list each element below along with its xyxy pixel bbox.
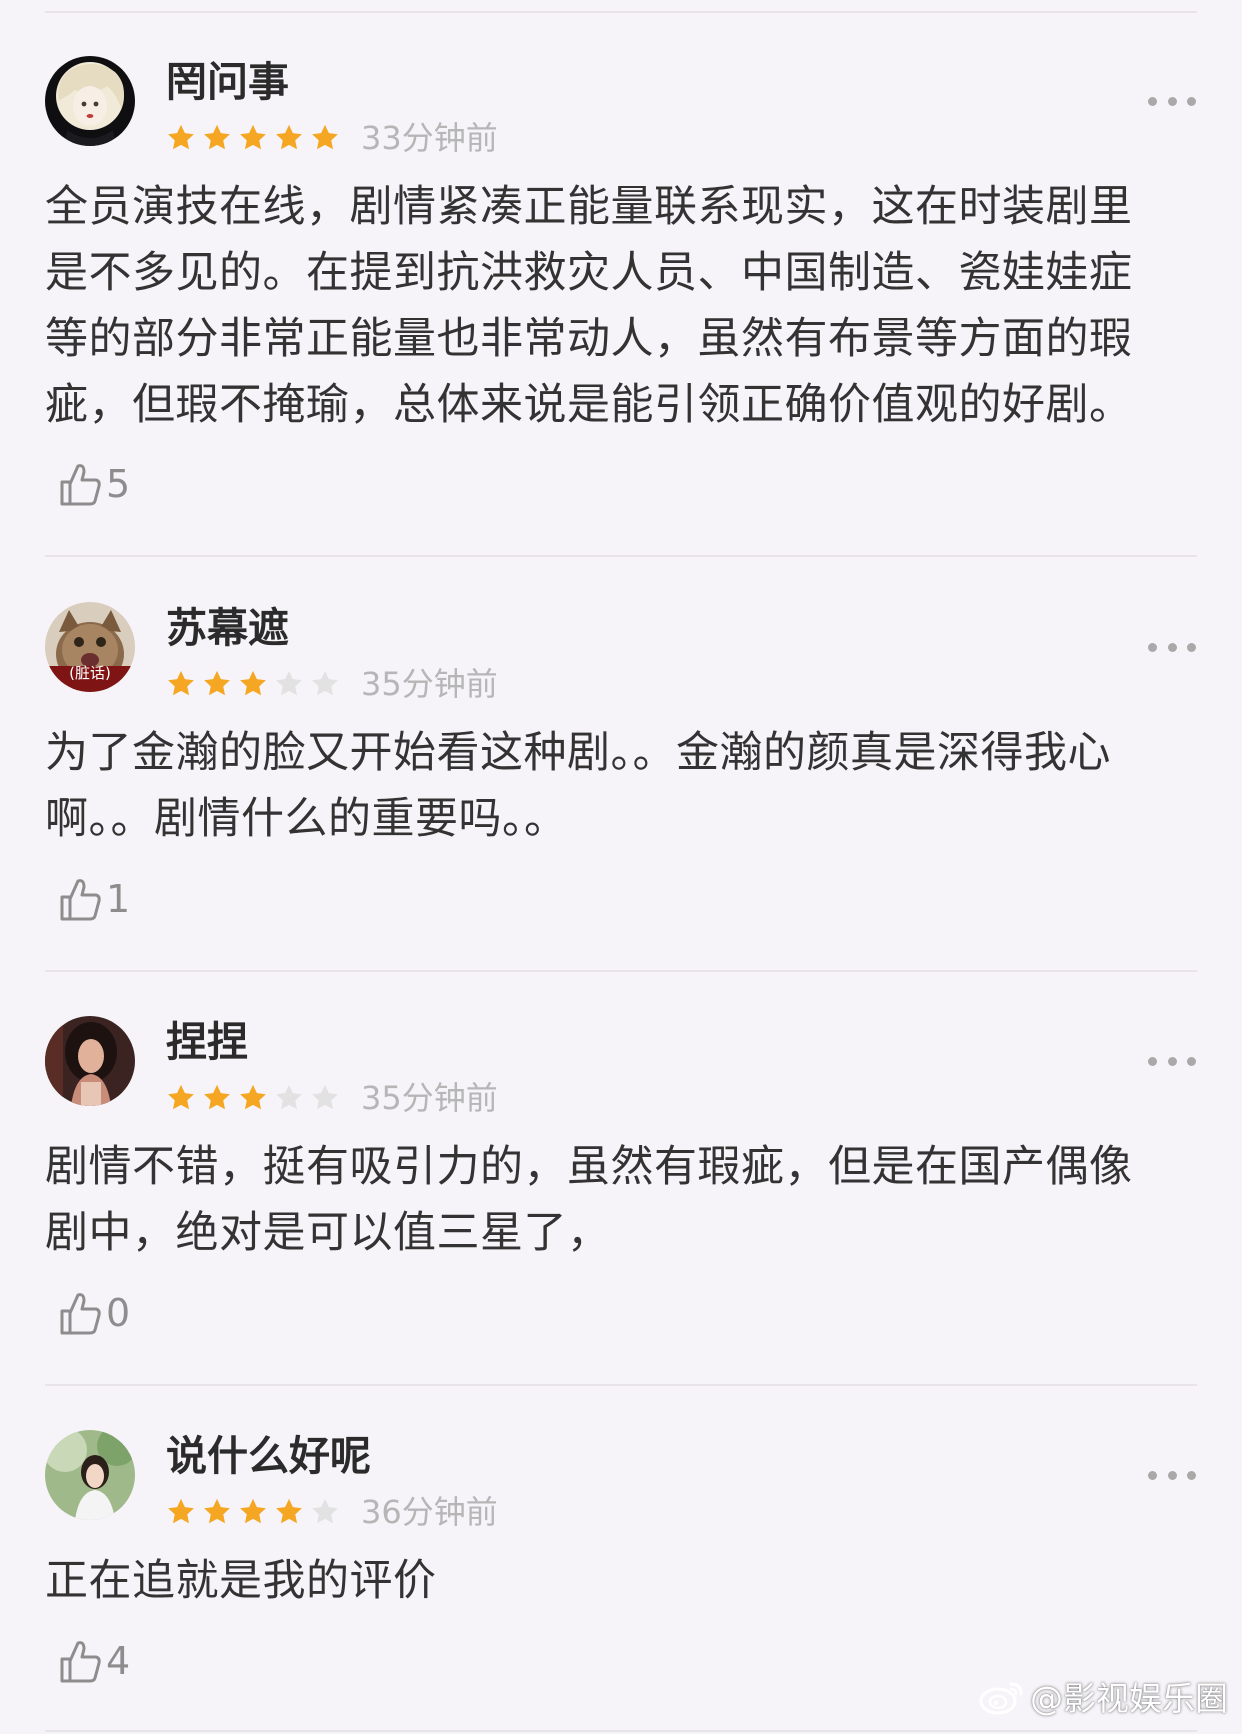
star-empty-icon [274, 1083, 304, 1113]
star-icon [166, 123, 196, 153]
star-icon [166, 1497, 196, 1527]
like-count: 5 [106, 462, 131, 506]
username[interactable]: 罔问事 [166, 62, 289, 103]
username[interactable]: 说什么好呢 [166, 1436, 371, 1477]
star-empty-icon [274, 669, 304, 699]
review-text: 剧情不错，挺有吸引力的，虽然有瑕疵，但是在国产偶像 剧中，绝对是可以值三星了， [45, 1142, 1133, 1258]
review-text: 正在追就是我的评价 [45, 1556, 437, 1606]
watermark: @影视娱乐圈 [978, 1672, 1228, 1720]
review-text: 为了金瀚的脸又开始看这种剧。。金瀚的颜真是深得我心 啊。。剧情什么的重要吗。。 [45, 728, 1111, 844]
star-rating [166, 1083, 346, 1113]
star-icon [238, 123, 268, 153]
rating-row: 35分钟前 [166, 1078, 498, 1118]
thumbs-up-icon [58, 460, 102, 508]
star-icon [166, 669, 196, 699]
more-icon[interactable] [1148, 640, 1196, 654]
avatar[interactable] [45, 56, 135, 146]
rating-row: 36分钟前 [166, 1492, 498, 1532]
rating-row: 35分钟前 [166, 664, 498, 704]
like-count: 0 [106, 1291, 131, 1335]
star-icon [310, 123, 340, 153]
more-icon[interactable] [1148, 1468, 1196, 1482]
avatar[interactable]: (脏话) [45, 602, 135, 692]
weibo-logo-icon [978, 1676, 1030, 1716]
star-icon [202, 123, 232, 153]
more-icon[interactable] [1148, 94, 1196, 108]
timestamp: 36分钟前 [361, 1493, 498, 1531]
star-icon [202, 1497, 232, 1527]
star-icon [238, 1083, 268, 1113]
star-rating [166, 123, 346, 153]
thumbs-up-icon [58, 1637, 102, 1685]
username[interactable]: 苏幕遮 [166, 608, 289, 649]
star-icon [202, 669, 232, 699]
top-divider [45, 11, 1197, 13]
username[interactable]: 捏捏 [166, 1022, 248, 1063]
more-icon[interactable] [1148, 1054, 1196, 1068]
like-count: 1 [106, 877, 131, 921]
star-icon [166, 1083, 196, 1113]
like-button[interactable]: 4 [58, 1635, 130, 1687]
star-icon [238, 1497, 268, 1527]
review-text: 全员演技在线，剧情紧凑正能量联系现实，这在时装剧里 是不多见的。在提到抗洪救灾人… [45, 182, 1133, 430]
star-empty-icon [310, 669, 340, 699]
like-count: 4 [106, 1639, 131, 1683]
star-icon [202, 1083, 232, 1113]
avatar-caption: (脏话) [69, 664, 111, 682]
thumbs-up-icon [58, 875, 102, 923]
thumbs-up-icon [58, 1289, 102, 1337]
like-button[interactable]: 5 [58, 458, 130, 510]
star-icon [238, 669, 268, 699]
star-icon [274, 123, 304, 153]
rating-row: 33分钟前 [166, 118, 498, 158]
star-rating [166, 669, 346, 699]
star-icon [274, 1497, 304, 1527]
timestamp: 35分钟前 [361, 1079, 498, 1117]
like-button[interactable]: 1 [58, 873, 130, 925]
timestamp: 33分钟前 [361, 119, 498, 157]
star-empty-icon [310, 1083, 340, 1113]
like-button[interactable]: 0 [58, 1287, 130, 1339]
avatar[interactable] [45, 1430, 135, 1520]
timestamp: 35分钟前 [361, 665, 498, 703]
review-divider [45, 1730, 1197, 1732]
star-rating [166, 1497, 346, 1527]
avatar[interactable] [45, 1016, 135, 1106]
star-empty-icon [310, 1497, 340, 1527]
review-divider [45, 555, 1197, 557]
review-divider [45, 1384, 1197, 1386]
review-divider [45, 970, 1197, 972]
watermark-text: @影视娱乐圈 [1030, 1679, 1228, 1718]
